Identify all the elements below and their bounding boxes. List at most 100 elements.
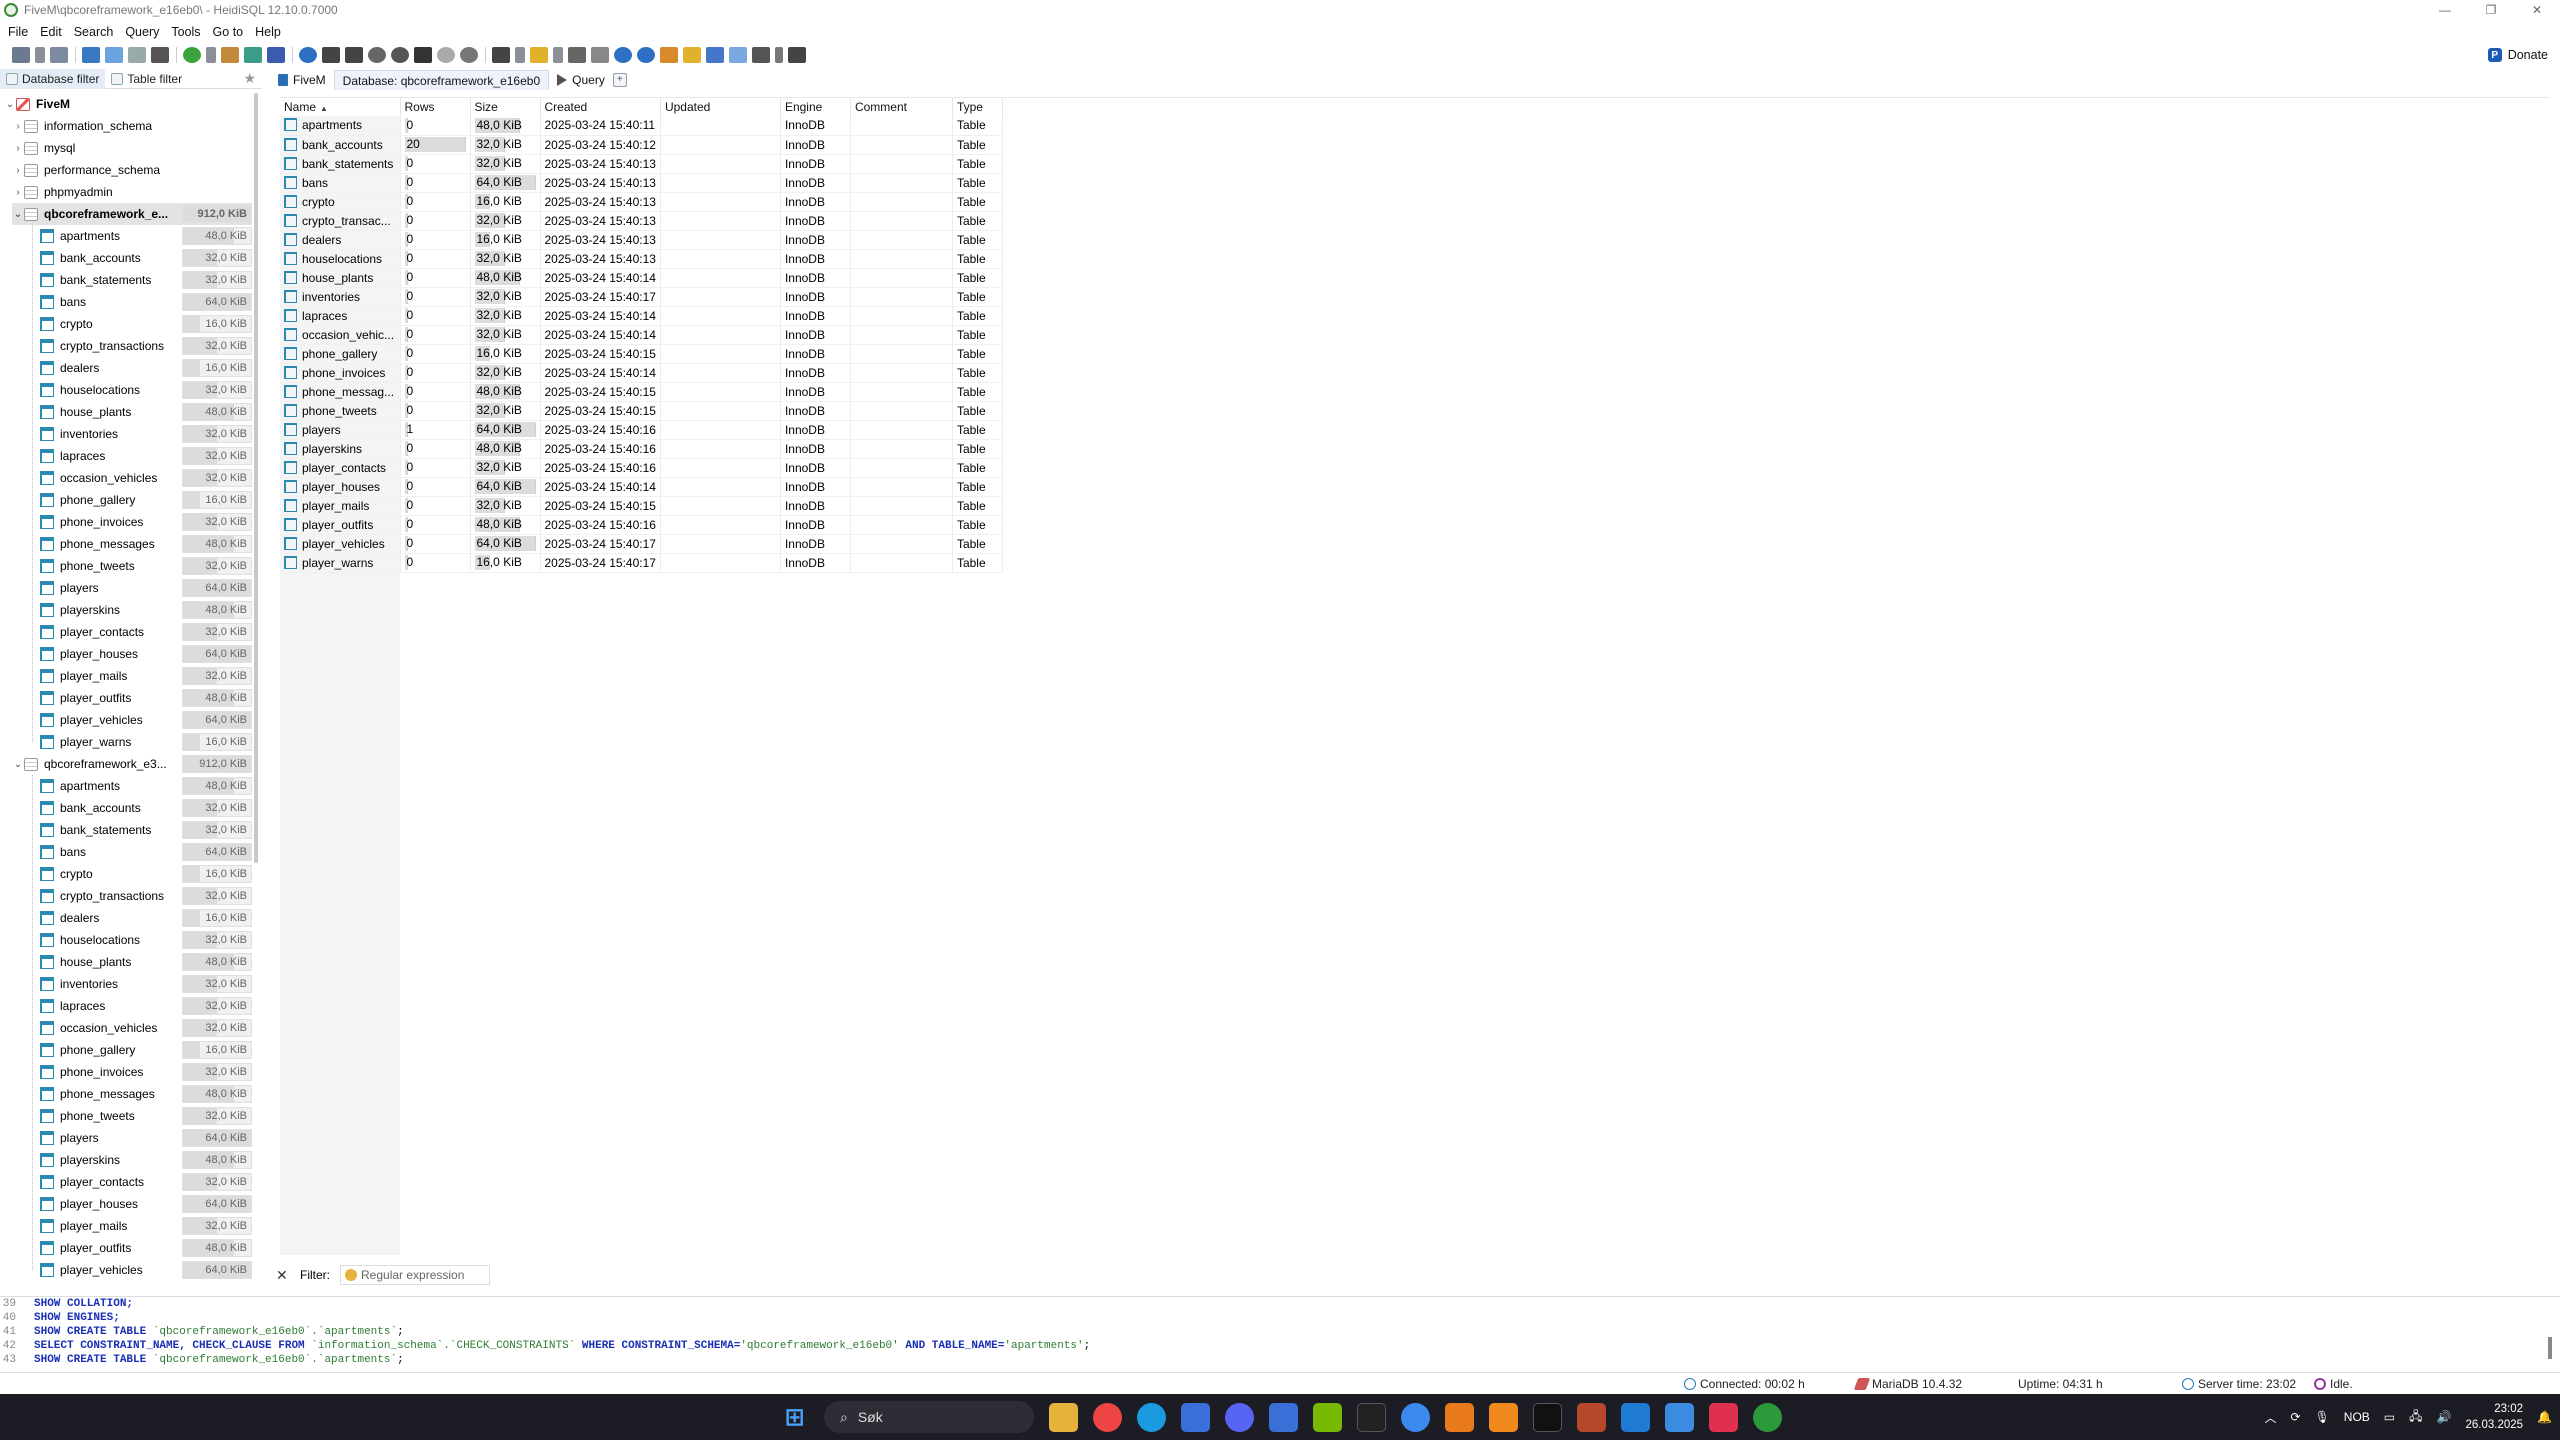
heidisql-taskbar-icon[interactable] (1753, 1402, 1782, 1432)
cell-created[interactable]: 2025-03-24 15:40:14 (540, 306, 661, 326)
cell-comment[interactable] (850, 116, 953, 136)
cell-comment[interactable] (850, 306, 953, 326)
tree-table-dealers[interactable]: dealers 16,0 KiB (40, 357, 252, 379)
cell-name[interactable]: crypto_transac... (280, 211, 401, 231)
tree-table-houselocations[interactable]: houselocations 32,0 KiB (40, 929, 252, 951)
cell-rows[interactable]: 0 (400, 515, 471, 535)
cell-size[interactable]: 16,0 KiB (470, 553, 541, 573)
cell-type[interactable]: Table (952, 458, 1003, 478)
table-row[interactable]: bank_accounts 20 32,0 KiB 2025-03-24 15:40:… (280, 135, 1003, 155)
save-as-icon[interactable] (591, 47, 609, 63)
tree-table-playerskins[interactable]: playerskins 48,0 KiB (40, 599, 252, 621)
chevron-right-icon[interactable]: › (12, 143, 24, 154)
cell-created[interactable]: 2025-03-24 15:40:15 (540, 496, 661, 516)
cell-type[interactable]: Table (952, 420, 1003, 440)
tree-database-phpmyadmin[interactable]: › phpmyadmin (12, 181, 262, 203)
chevron-down-icon[interactable]: ⌄ (12, 209, 24, 220)
tree-table-houselocations[interactable]: houselocations 32,0 KiB (40, 379, 252, 401)
cell-engine[interactable]: InnoDB (780, 439, 851, 459)
cell-comment[interactable] (850, 401, 953, 421)
notification-icon[interactable]: 🔔 (2537, 1410, 2552, 1424)
cell-rows[interactable]: 0 (400, 306, 471, 326)
tree-database-information_schema[interactable]: › information_schema (12, 115, 262, 137)
cell-created[interactable]: 2025-03-24 15:40:16 (540, 420, 661, 440)
cell-name[interactable]: player_vehicles (280, 534, 401, 554)
cell-comment[interactable] (850, 553, 953, 573)
menu-help[interactable]: Help (255, 25, 281, 39)
donate-button[interactable]: P Donate (2484, 45, 2552, 65)
tree-database-mysql[interactable]: › mysql (12, 137, 262, 159)
cell-name[interactable]: bank_accounts (280, 135, 401, 155)
tree-table-apartments[interactable]: apartments 48,0 KiB (40, 775, 252, 797)
cell-name[interactable]: occasion_vehic... (280, 325, 401, 345)
cell-size[interactable]: 64,0 KiB (470, 420, 541, 440)
cell-rows[interactable]: 0 (400, 344, 471, 364)
cell-rows[interactable]: 0 (400, 192, 471, 212)
maximize-button[interactable]: ❐ (2468, 0, 2514, 20)
cell-size[interactable]: 32,0 KiB (470, 458, 541, 478)
cell-size[interactable]: 32,0 KiB (470, 496, 541, 516)
cell-type[interactable]: Table (952, 116, 1003, 136)
cell-name[interactable]: inventories (280, 287, 401, 307)
cell-name[interactable]: player_mails (280, 496, 401, 516)
minimize-button[interactable]: — (2422, 0, 2468, 20)
cell-engine[interactable]: InnoDB (780, 135, 851, 155)
cell-rows[interactable]: 0 (400, 401, 471, 421)
tree-table-bank_statements[interactable]: bank_statements 32,0 KiB (40, 269, 252, 291)
console-icon[interactable] (1533, 1402, 1562, 1432)
cell-created[interactable]: 2025-03-24 15:40:16 (540, 458, 661, 478)
tree-table-lapraces[interactable]: lapraces 32,0 KiB (40, 995, 252, 1017)
cell-comment[interactable] (850, 363, 953, 383)
tree-database-db2[interactable]: ⌄ qbcoreframework_e3... 912,0 KiB (12, 753, 252, 775)
tree-table-occasion_vehicles[interactable]: occasion_vehicles 32,0 KiB (40, 467, 252, 489)
cell-type[interactable]: Table (952, 287, 1003, 307)
cell-name[interactable]: player_outfits (280, 515, 401, 535)
cell-rows[interactable]: 0 (400, 230, 471, 250)
table-row[interactable]: player_outfits 0 48,0 KiB 2025-03-24 15:40:… (280, 515, 1003, 535)
cell-updated[interactable] (660, 363, 781, 383)
cell-size[interactable]: 32,0 KiB (470, 249, 541, 269)
close-window-button[interactable]: ✕ (2514, 0, 2560, 20)
cell-engine[interactable]: InnoDB (780, 325, 851, 345)
cell-updated[interactable] (660, 420, 781, 440)
menu-query[interactable]: Query (125, 25, 159, 39)
delete-record-icon[interactable] (391, 47, 409, 63)
first-record-icon[interactable] (322, 47, 340, 63)
cell-type[interactable]: Table (952, 230, 1003, 250)
cell-comment[interactable] (850, 135, 953, 155)
tree-table-crypto[interactable]: crypto 16,0 KiB (40, 313, 252, 335)
copy-icon[interactable] (82, 47, 100, 63)
cell-engine[interactable]: InnoDB (780, 306, 851, 326)
cell-size[interactable]: 32,0 KiB (470, 363, 541, 383)
cell-name[interactable]: player_contacts (280, 458, 401, 478)
cell-rows[interactable]: 20 (400, 135, 471, 155)
cell-comment[interactable] (850, 192, 953, 212)
cell-size[interactable]: 32,0 KiB (470, 287, 541, 307)
tree-database-performance_schema[interactable]: › performance_schema (12, 159, 262, 181)
cell-name[interactable]: apartments (280, 116, 401, 136)
cell-comment[interactable] (850, 439, 953, 459)
cell-name[interactable]: bank_statements (280, 154, 401, 174)
table-row[interactable]: bank_statements 0 32,0 KiB 2025-03-24 15:40… (280, 154, 1003, 174)
cell-rows[interactable]: 1 (400, 420, 471, 440)
cell-name[interactable]: houselocations (280, 249, 401, 269)
cell-updated[interactable] (660, 553, 781, 573)
cell-engine[interactable]: InnoDB (780, 363, 851, 383)
cell-rows[interactable]: 0 (400, 534, 471, 554)
mic-tray-icon[interactable]: 🎙 (2315, 1410, 2330, 1424)
tree-scrollbar[interactable] (254, 93, 258, 863)
tree-table-bans[interactable]: bans 64,0 KiB (40, 841, 252, 863)
chevron-right-icon[interactable]: › (12, 165, 24, 176)
menu-file[interactable]: File (8, 25, 28, 39)
cell-created[interactable]: 2025-03-24 15:40:14 (540, 477, 661, 497)
vscode-icon[interactable] (1621, 1402, 1650, 1432)
refresh-icon[interactable] (183, 47, 201, 63)
tree-table-inventories[interactable]: inventories 32,0 KiB (40, 973, 252, 995)
cell-engine[interactable]: InnoDB (780, 496, 851, 516)
cell-comment[interactable] (850, 211, 953, 231)
cell-engine[interactable]: InnoDB (780, 268, 851, 288)
tree-database-db1[interactable]: ⌄ qbcoreframework_e... 912,0 KiB (12, 203, 252, 225)
tree-table-playerskins[interactable]: playerskins 48,0 KiB (40, 1149, 252, 1171)
autocomplete-icon[interactable] (729, 47, 747, 63)
archive-icon[interactable] (1577, 1402, 1606, 1432)
